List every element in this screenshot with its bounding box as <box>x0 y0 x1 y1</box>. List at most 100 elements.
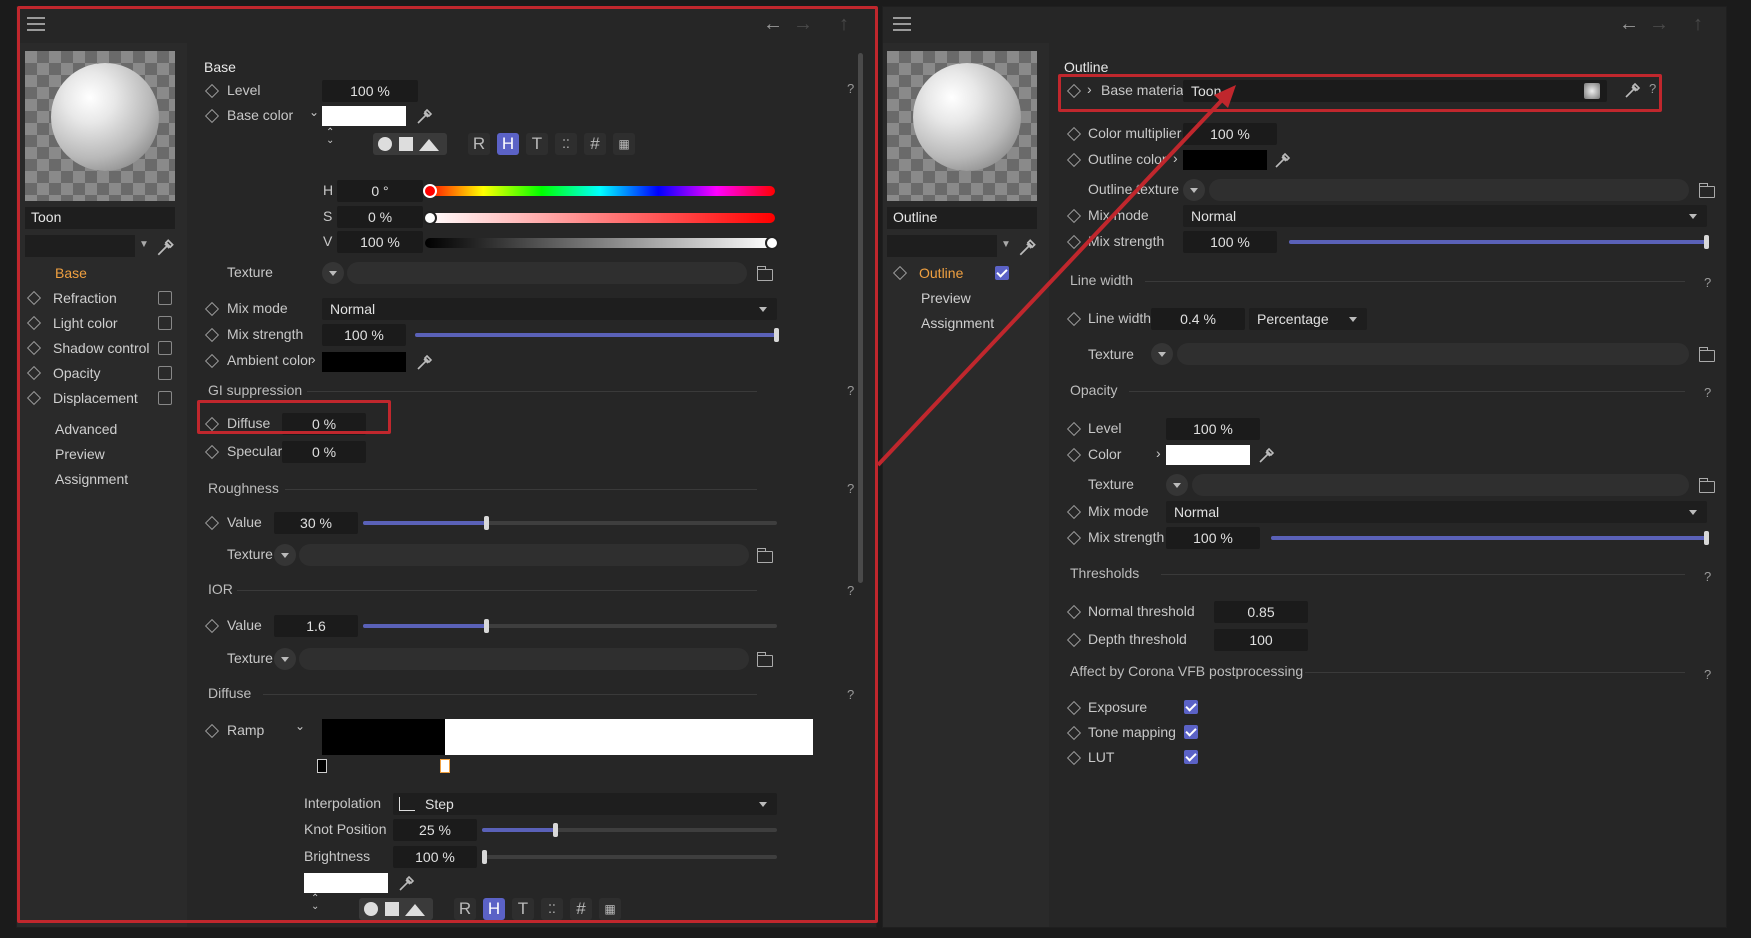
keyframe-diamond-icon[interactable] <box>1066 725 1082 741</box>
outline-texture-label: Outline texture <box>1088 181 1180 197</box>
section-divider <box>1145 281 1685 282</box>
keyframe-diamond-icon[interactable] <box>1066 632 1082 648</box>
line-width-texture-slot[interactable] <box>1177 343 1689 365</box>
help-icon[interactable]: ? <box>1704 275 1711 290</box>
sidebar-item-preview[interactable]: Preview <box>893 288 971 308</box>
texture-label: Texture <box>1088 346 1134 362</box>
slider-knob[interactable] <box>1704 235 1709 249</box>
sidebar-item-assignment[interactable]: Assignment <box>893 313 994 333</box>
opacity-mix-strength-slider[interactable] <box>1271 531 1709 545</box>
opacity-mix-mode-label: Mix mode <box>1088 503 1149 519</box>
folder-icon[interactable] <box>1699 183 1715 198</box>
sidebar-item-label: Preview <box>921 290 971 306</box>
help-icon[interactable]: ? <box>1704 667 1711 682</box>
sidebar-item-label: Assignment <box>921 315 995 331</box>
eyedropper-icon[interactable] <box>1257 445 1277 465</box>
line-width-field[interactable]: 0.4 % <box>1151 308 1245 330</box>
section-divider <box>1161 574 1685 575</box>
section-title-vfb: Affect by Corona VFB postprocessing <box>1070 663 1304 679</box>
material-name-field[interactable]: Outline <box>887 207 1037 229</box>
section-title-outline: Outline <box>1064 59 1109 75</box>
section-title-line-width: Line width <box>1070 272 1134 288</box>
chevron-down-icon[interactable]: ▼ <box>1001 239 1011 250</box>
folder-icon[interactable] <box>1699 478 1715 493</box>
slider-knob[interactable] <box>1704 531 1709 545</box>
opacity-level-label: Level <box>1088 420 1122 436</box>
forward-arrow-icon[interactable]: → <box>1649 13 1669 35</box>
keyframe-diamond-icon[interactable] <box>892 265 908 281</box>
keyframe-diamond-icon[interactable] <box>1066 504 1082 520</box>
normal-threshold-label: Normal threshold <box>1088 603 1195 619</box>
eyedropper-icon[interactable] <box>1017 236 1039 258</box>
section-divider <box>1305 672 1685 673</box>
exposure-label: Exposure <box>1088 699 1148 715</box>
chevron-right-icon[interactable]: › <box>1173 150 1178 166</box>
section-title-opacity: Opacity <box>1070 382 1118 398</box>
keyframe-diamond-icon[interactable] <box>1066 208 1082 224</box>
texture-dropdown-button[interactable] <box>1183 179 1205 201</box>
material-editor-right: ← → ↑ Outline ▼ Outline Preview Assignme… <box>882 6 1727 928</box>
exposure-checkbox[interactable] <box>1184 700 1198 714</box>
keyframe-diamond-icon[interactable] <box>1066 750 1082 766</box>
opacity-level-field[interactable]: 100 % <box>1166 418 1260 440</box>
keyframe-diamond-icon[interactable] <box>1066 700 1082 716</box>
mix-strength-slider[interactable] <box>1289 235 1709 249</box>
outline-texture-slot[interactable] <box>1209 179 1689 201</box>
highlight-left-panel <box>17 6 878 923</box>
opacity-texture-slot[interactable] <box>1192 474 1689 496</box>
highlight-base-material <box>1058 74 1662 112</box>
keyframe-diamond-icon[interactable] <box>1066 421 1082 437</box>
tone-mapping-checkbox[interactable] <box>1184 725 1198 739</box>
keyframe-diamond-icon[interactable] <box>1066 604 1082 620</box>
opacity-texture-label: Texture <box>1088 476 1134 492</box>
properties-pane: Outline › Base material Toon ? Color mul… <box>1049 43 1720 927</box>
up-arrow-icon[interactable]: ↑ <box>1693 13 1703 35</box>
keyframe-diamond-icon[interactable] <box>1066 530 1082 546</box>
color-multiplier-field[interactable]: 100 % <box>1183 123 1277 145</box>
texture-dropdown-button[interactable] <box>1166 474 1188 496</box>
slider-fill <box>1289 240 1707 244</box>
chevron-right-icon[interactable]: › <box>1156 445 1161 461</box>
folder-icon[interactable] <box>1699 347 1715 362</box>
help-icon[interactable]: ? <box>1704 385 1711 400</box>
highlight-diffuse-field <box>197 400 391 434</box>
mix-mode-label: Mix mode <box>1088 207 1149 223</box>
line-width-unit-dropdown[interactable]: Percentage <box>1249 308 1367 330</box>
opacity-color-label: Color <box>1088 446 1122 462</box>
material-dropdown[interactable] <box>887 235 997 257</box>
mix-strength-field[interactable]: 100 % <box>1183 231 1277 253</box>
slider-fill <box>1271 536 1707 540</box>
keyframe-diamond-icon[interactable] <box>1066 126 1082 142</box>
section-divider <box>1129 391 1685 392</box>
opacity-mix-strength-field[interactable]: 100 % <box>1166 527 1260 549</box>
outline-color-swatch[interactable] <box>1183 150 1267 170</box>
section-title-thresholds: Thresholds <box>1070 565 1140 581</box>
texture-dropdown-button[interactable] <box>1151 343 1173 365</box>
color-multiplier-label: Color multiplier <box>1088 125 1182 141</box>
normal-threshold-field[interactable]: 0.85 <box>1214 601 1308 623</box>
preview-sphere <box>913 63 1021 171</box>
help-icon[interactable]: ? <box>1704 569 1711 584</box>
menu-icon[interactable] <box>893 17 911 31</box>
lut-label: LUT <box>1088 749 1115 765</box>
opacity-mix-mode-dropdown[interactable]: Normal <box>1166 501 1707 523</box>
tone-mapping-label: Tone mapping <box>1088 724 1176 740</box>
mix-strength-label: Mix strength <box>1088 233 1165 249</box>
outline-checkbox[interactable] <box>995 266 1009 280</box>
keyframe-diamond-icon[interactable] <box>1066 447 1082 463</box>
toolbar: ← → ↑ <box>883 7 1726 43</box>
keyframe-diamond-icon[interactable] <box>1066 152 1082 168</box>
depth-threshold-field[interactable]: 100 <box>1214 629 1308 651</box>
lut-checkbox[interactable] <box>1184 750 1198 764</box>
mix-mode-dropdown[interactable]: Normal <box>1183 205 1707 227</box>
sidebar: Outline ▼ Outline Preview Assignment <box>883 43 1049 927</box>
opacity-color-swatch[interactable] <box>1166 445 1250 465</box>
keyframe-diamond-icon[interactable] <box>1066 234 1082 250</box>
keyframe-diamond-icon[interactable] <box>1066 311 1082 327</box>
eyedropper-icon[interactable] <box>1273 150 1293 170</box>
back-arrow-icon[interactable]: ← <box>1619 13 1639 35</box>
material-preview-thumbnail <box>887 51 1037 201</box>
line-width-label: Line width <box>1088 310 1152 326</box>
opacity-mix-strength-label: Mix strength <box>1088 529 1165 545</box>
sidebar-item-outline[interactable]: Outline <box>892 263 963 283</box>
